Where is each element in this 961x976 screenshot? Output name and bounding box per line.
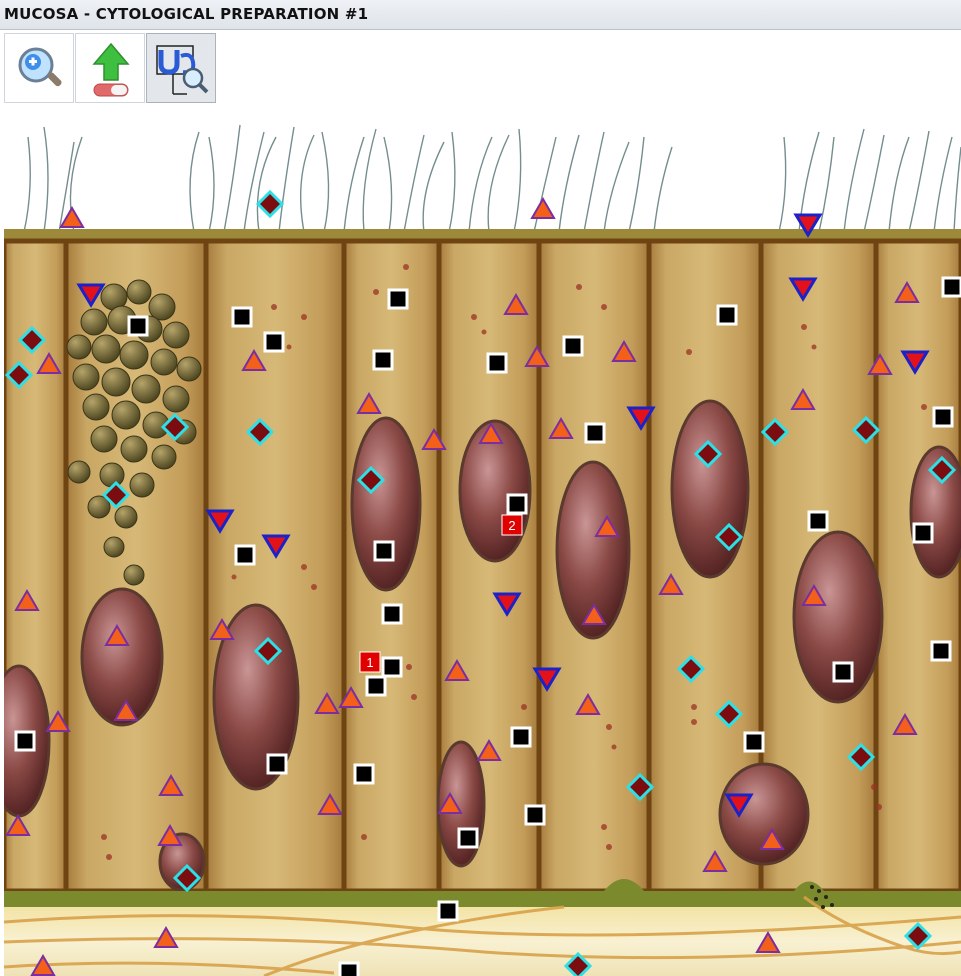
square-marker[interactable]	[457, 827, 479, 849]
square-marker[interactable]	[832, 661, 854, 683]
square-marker[interactable]	[912, 522, 934, 544]
label-badge-1[interactable]: 1	[359, 651, 381, 673]
square-marker[interactable]	[584, 422, 606, 444]
toolbar	[0, 31, 961, 107]
square-marker[interactable]	[266, 753, 288, 775]
square-marker[interactable]	[807, 510, 829, 532]
square-marker[interactable]	[562, 335, 584, 357]
square-marker[interactable]	[127, 315, 149, 337]
square-marker[interactable]	[14, 730, 36, 752]
square-marker[interactable]	[372, 349, 394, 371]
triangle-up-marker[interactable]	[59, 206, 85, 228]
magnifier-plus-icon	[18, 47, 62, 87]
square-marker[interactable]	[387, 288, 409, 310]
square-marker[interactable]	[381, 656, 403, 678]
square-marker[interactable]	[353, 763, 375, 785]
window-title: MUCOSA - CYTOLOGICAL PREPARATION #1	[4, 5, 369, 23]
upload-button[interactable]	[75, 33, 145, 103]
square-marker[interactable]	[373, 540, 395, 562]
square-marker[interactable]	[930, 640, 952, 662]
square-marker[interactable]	[506, 493, 528, 515]
green-up-arrow-icon	[92, 42, 130, 97]
window-titlebar: MUCOSA - CYTOLOGICAL PREPARATION #1	[0, 0, 961, 30]
tissue-view[interactable]: 1 2	[4, 107, 961, 976]
zoom-button[interactable]	[4, 33, 74, 103]
square-marker[interactable]	[486, 352, 508, 374]
square-marker[interactable]	[941, 276, 961, 298]
triangle-up-marker[interactable]	[530, 197, 556, 219]
square-marker[interactable]	[263, 331, 285, 353]
square-marker[interactable]	[234, 544, 256, 566]
label-badge-1-text: 1	[366, 655, 373, 670]
label-badge-2[interactable]: 2	[501, 514, 523, 536]
square-marker[interactable]	[231, 306, 253, 328]
square-marker[interactable]	[365, 675, 387, 697]
square-marker[interactable]	[510, 726, 532, 748]
square-marker[interactable]	[932, 406, 954, 428]
inspect-tool-icon	[156, 45, 209, 95]
square-marker[interactable]	[338, 961, 360, 976]
tissue-illustration: 1 2	[4, 124, 961, 976]
label-badge-2-text: 2	[508, 518, 515, 533]
square-marker[interactable]	[381, 603, 403, 625]
diamond-marker[interactable]	[255, 189, 285, 219]
inspect-tool-button[interactable]	[146, 33, 216, 103]
square-marker[interactable]	[437, 900, 459, 922]
square-marker[interactable]	[524, 804, 546, 826]
square-marker[interactable]	[743, 731, 765, 753]
square-marker[interactable]	[716, 304, 738, 326]
